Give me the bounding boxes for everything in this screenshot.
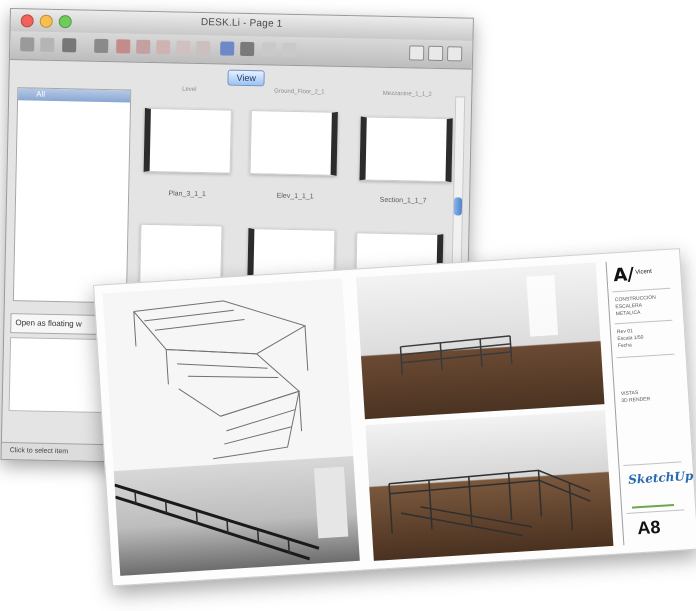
measure-icon[interactable] xyxy=(262,42,277,57)
window-buttons xyxy=(408,45,463,62)
sidebar-list[interactable]: All xyxy=(12,87,132,304)
pointer-icon[interactable] xyxy=(40,37,55,52)
title-block: A/ Vicent CONSTRUCCION ESCALERA METALICA… xyxy=(605,257,694,546)
divider xyxy=(616,353,675,359)
page-thumbnail[interactable] xyxy=(249,110,338,176)
column-label: Level xyxy=(182,86,197,93)
thumbnail-label: Elev_1_1_1 xyxy=(276,192,314,201)
rotate-icon[interactable] xyxy=(156,40,171,55)
scrollbar-thumb[interactable] xyxy=(453,197,463,216)
divider xyxy=(626,509,685,514)
stair-wireframe-drawing xyxy=(133,300,309,460)
column-label: Mezzanine_1_1_2 xyxy=(382,90,432,98)
back-icon[interactable] xyxy=(20,37,35,52)
signature xyxy=(630,487,675,509)
sidebar-header[interactable]: All xyxy=(18,88,131,103)
window-title: DESK.Li - Page 1 xyxy=(200,17,283,30)
mezzanine-render-view xyxy=(356,262,605,420)
view-button[interactable]: View xyxy=(227,69,266,87)
logo: A/ xyxy=(612,264,635,287)
divider xyxy=(623,461,682,467)
thumbnail-label: Plan_3_1_1 xyxy=(168,190,206,199)
divider xyxy=(612,287,671,293)
pencil-icon[interactable] xyxy=(62,38,77,53)
stair-render-drawing xyxy=(114,466,349,561)
drawing-sheet: A/ Vicent CONSTRUCCION ESCALERA METALICA… xyxy=(93,248,696,587)
stair-render-interior xyxy=(113,455,360,576)
thumbnail-grid: Level Ground_Floor_2_1 Mezzanine_1_1_2 P… xyxy=(139,86,457,299)
undo-icon[interactable] xyxy=(116,39,131,54)
page-thumbnail[interactable] xyxy=(359,116,453,183)
sketchup-logo: SketchUp xyxy=(627,468,694,487)
brush-icon[interactable] xyxy=(94,38,109,54)
zoom-icon[interactable] xyxy=(240,41,255,57)
grid-icon[interactable] xyxy=(427,45,444,62)
page-thumbnail[interactable] xyxy=(143,107,232,174)
expand-icon[interactable] xyxy=(446,46,463,62)
opening-render-drawing xyxy=(388,469,591,537)
logo-word: Vicent xyxy=(635,268,653,276)
sheet-number: A8 xyxy=(636,516,661,539)
column-label: Ground_Floor_2_1 xyxy=(274,88,325,96)
stair-opening-render-view xyxy=(365,410,614,561)
redo-icon[interactable] xyxy=(136,39,151,54)
orbit-icon[interactable] xyxy=(176,40,191,55)
stair-wireframe-view xyxy=(102,278,354,472)
text-icon[interactable] xyxy=(282,42,297,58)
tile-icon[interactable] xyxy=(408,45,425,61)
divider xyxy=(614,319,673,325)
pan-icon[interactable] xyxy=(196,40,211,56)
camera-icon[interactable] xyxy=(220,41,235,56)
thumbnail-label: Section_1_1_7 xyxy=(379,196,427,205)
railing-render-drawing xyxy=(399,275,559,375)
